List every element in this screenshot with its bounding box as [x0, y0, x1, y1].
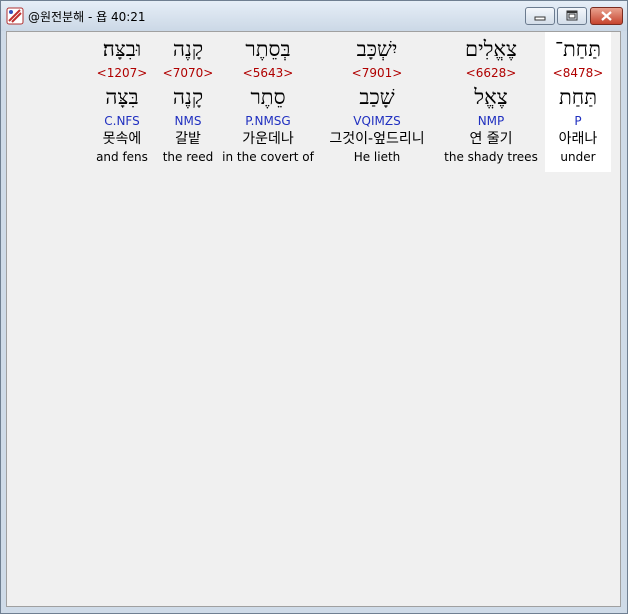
english-gloss: the reed	[162, 150, 214, 164]
close-icon	[601, 11, 612, 21]
word-column-6[interactable]: וּבִצָּה׃ <1207> בִּצָּה C.NFS 못속에 and f…	[91, 32, 153, 172]
parse-code: P.NMSG	[245, 114, 291, 128]
korean-gloss: 못속에	[102, 131, 142, 147]
hebrew-word: יִשְׁכָּב	[356, 37, 398, 61]
english-gloss: the shady trees	[444, 150, 538, 164]
hebrew-lemma: צֶאֱל	[474, 85, 508, 109]
title-bar[interactable]: @원전분해 - 욥 40:21	[1, 1, 627, 31]
strong-number[interactable]: <7901>	[319, 66, 435, 80]
strong-number[interactable]: <6628>	[441, 66, 541, 80]
hebrew-word: קָנֶה	[172, 37, 204, 61]
english-gloss: and fens	[96, 150, 148, 164]
parse-code: NMS	[174, 114, 202, 128]
hebrew-word: וּבִצָּה׃	[102, 37, 142, 61]
word-column-3[interactable]: יִשְׁכָּב <7901> שָׁכַב VQIMZS 그것이-엎드리니 …	[319, 32, 435, 172]
korean-gloss: 연 줄기	[469, 131, 513, 147]
strong-number[interactable]: <5643>	[221, 66, 315, 80]
english-gloss: He lieth	[353, 150, 401, 164]
maximize-button[interactable]	[557, 7, 587, 25]
parse-code: P	[574, 114, 582, 128]
hebrew-lemma: קָנֶה	[172, 85, 204, 109]
hebrew-word: תַּחַת־	[554, 37, 602, 61]
word-column-5[interactable]: קָנֶה <7070> קָנֶה NMS 갈밭 the reed	[159, 32, 217, 172]
app-logo-icon	[6, 7, 24, 25]
korean-gloss: 갈밭	[175, 131, 201, 147]
close-button[interactable]	[590, 7, 623, 25]
parse-code: NMP	[477, 114, 505, 128]
hebrew-lemma: בִּצָּה	[105, 85, 139, 109]
hebrew-word: בְּסֵתֶר	[245, 37, 291, 61]
word-column-4[interactable]: בְּסֵתֶר <5643> סֵתֶר P.NMSG 가운데나 in the…	[221, 32, 315, 172]
word-column-2[interactable]: צֶאֱלִים <6628> צֶאֱל NMP 연 줄기 the shady…	[441, 32, 541, 172]
korean-gloss: 가운데나	[242, 131, 294, 147]
english-gloss: in the covert of	[222, 150, 314, 164]
korean-gloss: 그것이-엎드리니	[329, 131, 425, 147]
hebrew-lemma: שָׁכַב	[359, 85, 395, 109]
hebrew-lemma: סֵתֶר	[250, 85, 286, 109]
english-gloss: under	[560, 150, 596, 164]
korean-gloss: 아래나	[558, 131, 598, 147]
strong-number[interactable]: <8478>	[545, 66, 611, 80]
strong-number[interactable]: <7070>	[159, 66, 217, 80]
minimize-button[interactable]	[525, 7, 555, 25]
interlinear-panel: תַּחַת־ <8478> תַּחַת P 아래나 under צֶאֱלִ…	[6, 31, 621, 607]
app-window: @원전분해 - 욥 40:21 תַּחַת־ <8478> תַּחַת P	[0, 0, 628, 614]
strong-number[interactable]: <1207>	[91, 66, 153, 80]
parse-code: C.NFS	[104, 114, 140, 128]
window-title: @원전분해 - 욥 40:21	[28, 10, 146, 24]
minimize-icon	[534, 16, 546, 21]
word-column-1[interactable]: תַּחַת־ <8478> תַּחַת P 아래나 under	[545, 32, 611, 172]
maximize-icon	[566, 10, 578, 21]
hebrew-word: צֶאֱלִים	[464, 37, 518, 61]
parse-code: VQIMZS	[353, 114, 401, 128]
hebrew-lemma: תַּחַת	[558, 85, 598, 109]
